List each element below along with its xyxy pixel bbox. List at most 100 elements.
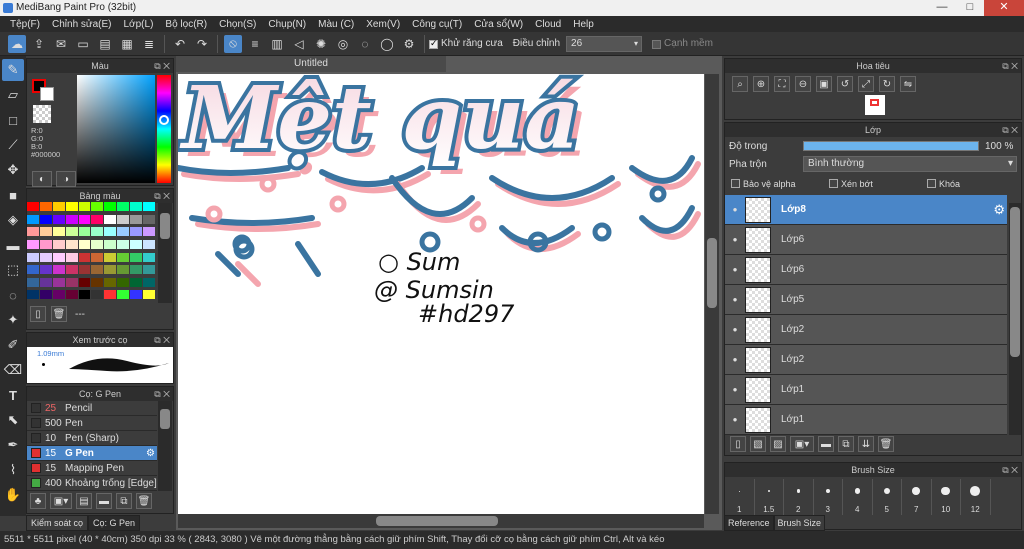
layer-row[interactable]: ● Lớp1 [725,375,1007,405]
palette-swatch[interactable] [104,277,117,287]
palette-swatch[interactable] [78,290,91,300]
palette-swatch[interactable] [65,290,78,300]
hand-tool-icon[interactable]: ✋ [2,484,24,506]
select-tool-icon[interactable]: ⬚ [2,259,24,281]
palette-swatch[interactable] [104,265,117,275]
menu-select[interactable]: Chọn(S) [213,19,262,30]
palette-swatch[interactable] [78,265,91,275]
canvas-horizontal-scroll-thumb[interactable] [376,516,498,526]
palette-swatch[interactable] [65,202,78,211]
palette-swatch[interactable] [117,290,130,300]
palette-swatch[interactable] [91,290,104,300]
drawing-canvas[interactable]: Mệt quá Mệt quá ○ Sum @ Sumsin #hd297 [178,74,704,514]
folder-icon[interactable]: ▬ [96,493,112,509]
angle-snap-icon[interactable]: ◁ [290,35,308,53]
saturation-value-picker[interactable] [77,75,155,183]
palette-swatch[interactable] [104,252,117,262]
select-eraser-tool-icon[interactable]: ⌫ [2,359,24,381]
palette-swatch[interactable] [39,214,52,224]
palette-swatch[interactable] [143,239,155,249]
layer-row[interactable]: ● Lớp2 [725,315,1007,345]
palette-swatch[interactable] [143,214,155,224]
palette-swatch[interactable] [117,265,130,275]
rectangle-tool-icon[interactable]: □ [2,109,24,131]
palette-swatch[interactable] [65,277,78,287]
palette-swatch[interactable] [143,252,155,262]
palette-swatch[interactable] [39,277,52,287]
layer-row[interactable]: ● Lớp6 [725,225,1007,255]
layer-scrollbar[interactable] [1009,203,1021,435]
palette-swatch[interactable] [104,214,117,224]
brush-settings-icon[interactable]: ▤ [76,493,92,509]
palette-swatch[interactable] [130,214,143,224]
eye-icon[interactable]: ● [725,205,745,214]
hue-slider[interactable] [157,75,171,183]
menu-cloud[interactable]: Cloud [529,19,567,30]
palette-swatch[interactable] [39,239,52,249]
panel-popout-icon[interactable]: ⧉ ✕ [1002,463,1018,477]
protect-alpha-checkbox[interactable]: Bảo vệ alpha [731,178,829,189]
layer-row[interactable]: ● Lớp1 [725,405,1007,435]
duplicate-icon[interactable]: ⧉ [116,493,132,509]
palette-swatch[interactable] [52,277,65,287]
eye-icon[interactable]: ● [725,355,745,364]
menu-help[interactable]: Help [567,19,600,30]
grid-snap-icon[interactable]: ▥ [268,35,286,53]
palette-swatch[interactable] [143,265,155,275]
panel-popout-icon[interactable]: ⧉ ✕ [1002,123,1018,137]
bucket-tool-icon[interactable]: ◈ [2,209,24,231]
palette-swatch[interactable] [39,252,52,262]
tab-brush-control[interactable]: Kiểm soát cọ [26,515,89,531]
merge-layer-icon[interactable]: ⇊ [858,436,874,452]
brush-size-option[interactable]: 2 [784,479,814,515]
brush-item-pencil[interactable]: 25 Pencil [27,401,157,416]
brush-size-option[interactable]: 1.5 [755,479,784,515]
blend-mode-dropdown[interactable]: Bình thường ▾ [803,156,1017,172]
new-halftone-layer-icon[interactable]: ▧ [750,436,766,452]
palette-swatch[interactable] [143,202,155,211]
actual-size-icon[interactable]: ▣ [816,76,832,92]
panel-popout-icon[interactable]: ⧉ ✕ [154,333,170,347]
fit-icon[interactable]: ⛶ [774,76,790,92]
palette-swatch[interactable] [78,277,91,287]
close-button[interactable]: ✕ [984,0,1024,16]
palette-swatch[interactable] [130,227,143,237]
canvas-vertical-scroll-thumb[interactable] [707,238,717,308]
palette-swatch[interactable] [117,239,130,249]
palette-swatch[interactable] [91,252,104,262]
palette-swatch[interactable] [78,214,91,224]
menu-view[interactable]: Xem(V) [360,19,406,30]
new-layer-icon[interactable]: ▯ [730,436,746,452]
palette-swatch[interactable] [117,277,130,287]
zoom-out-icon[interactable]: ⊖ [795,76,811,92]
palette-swatch[interactable] [27,277,39,287]
palette-swatch[interactable] [39,290,52,300]
delete-layer-icon[interactable]: 🗑 [878,436,894,452]
brush-size-option[interactable]: 5 [873,479,902,515]
move-tool-icon[interactable]: ✥ [2,159,24,181]
color-swap-icon[interactable]: ◑ [56,171,76,187]
panel-popout-icon[interactable]: ⧉ ✕ [154,387,170,401]
palette-swatch[interactable] [117,214,130,224]
curve-snap-icon[interactable]: ◌ [356,35,374,53]
palette-swatch[interactable] [52,290,65,300]
new-palette-icon[interactable]: ▯ [30,306,46,322]
opacity-slider[interactable] [803,141,979,151]
layer-row[interactable]: ● Lớp5 [725,285,1007,315]
palette-swatch[interactable] [130,277,143,287]
eraser-tool-icon[interactable]: ▱ [2,84,24,106]
palette-swatch[interactable] [52,227,65,237]
brush-tool-icon[interactable]: ✎ [2,59,24,81]
palette-swatch[interactable] [39,227,52,237]
palette-swatch[interactable] [91,239,104,249]
palette-swatch[interactable] [65,227,78,237]
brush-size-option[interactable]: 1 [725,479,755,515]
comment-icon[interactable]: ▭ [74,35,92,53]
palette-swatch[interactable] [52,214,65,224]
brush-size-option[interactable]: 4 [843,479,873,515]
transparent-swatch[interactable] [33,105,51,123]
menu-layer[interactable]: Lớp(L) [118,19,160,30]
dot-tool-icon[interactable]: ⟋ [2,134,24,156]
pen-tool-icon[interactable]: ✒ [2,434,24,456]
palette-swatch[interactable] [104,202,117,211]
